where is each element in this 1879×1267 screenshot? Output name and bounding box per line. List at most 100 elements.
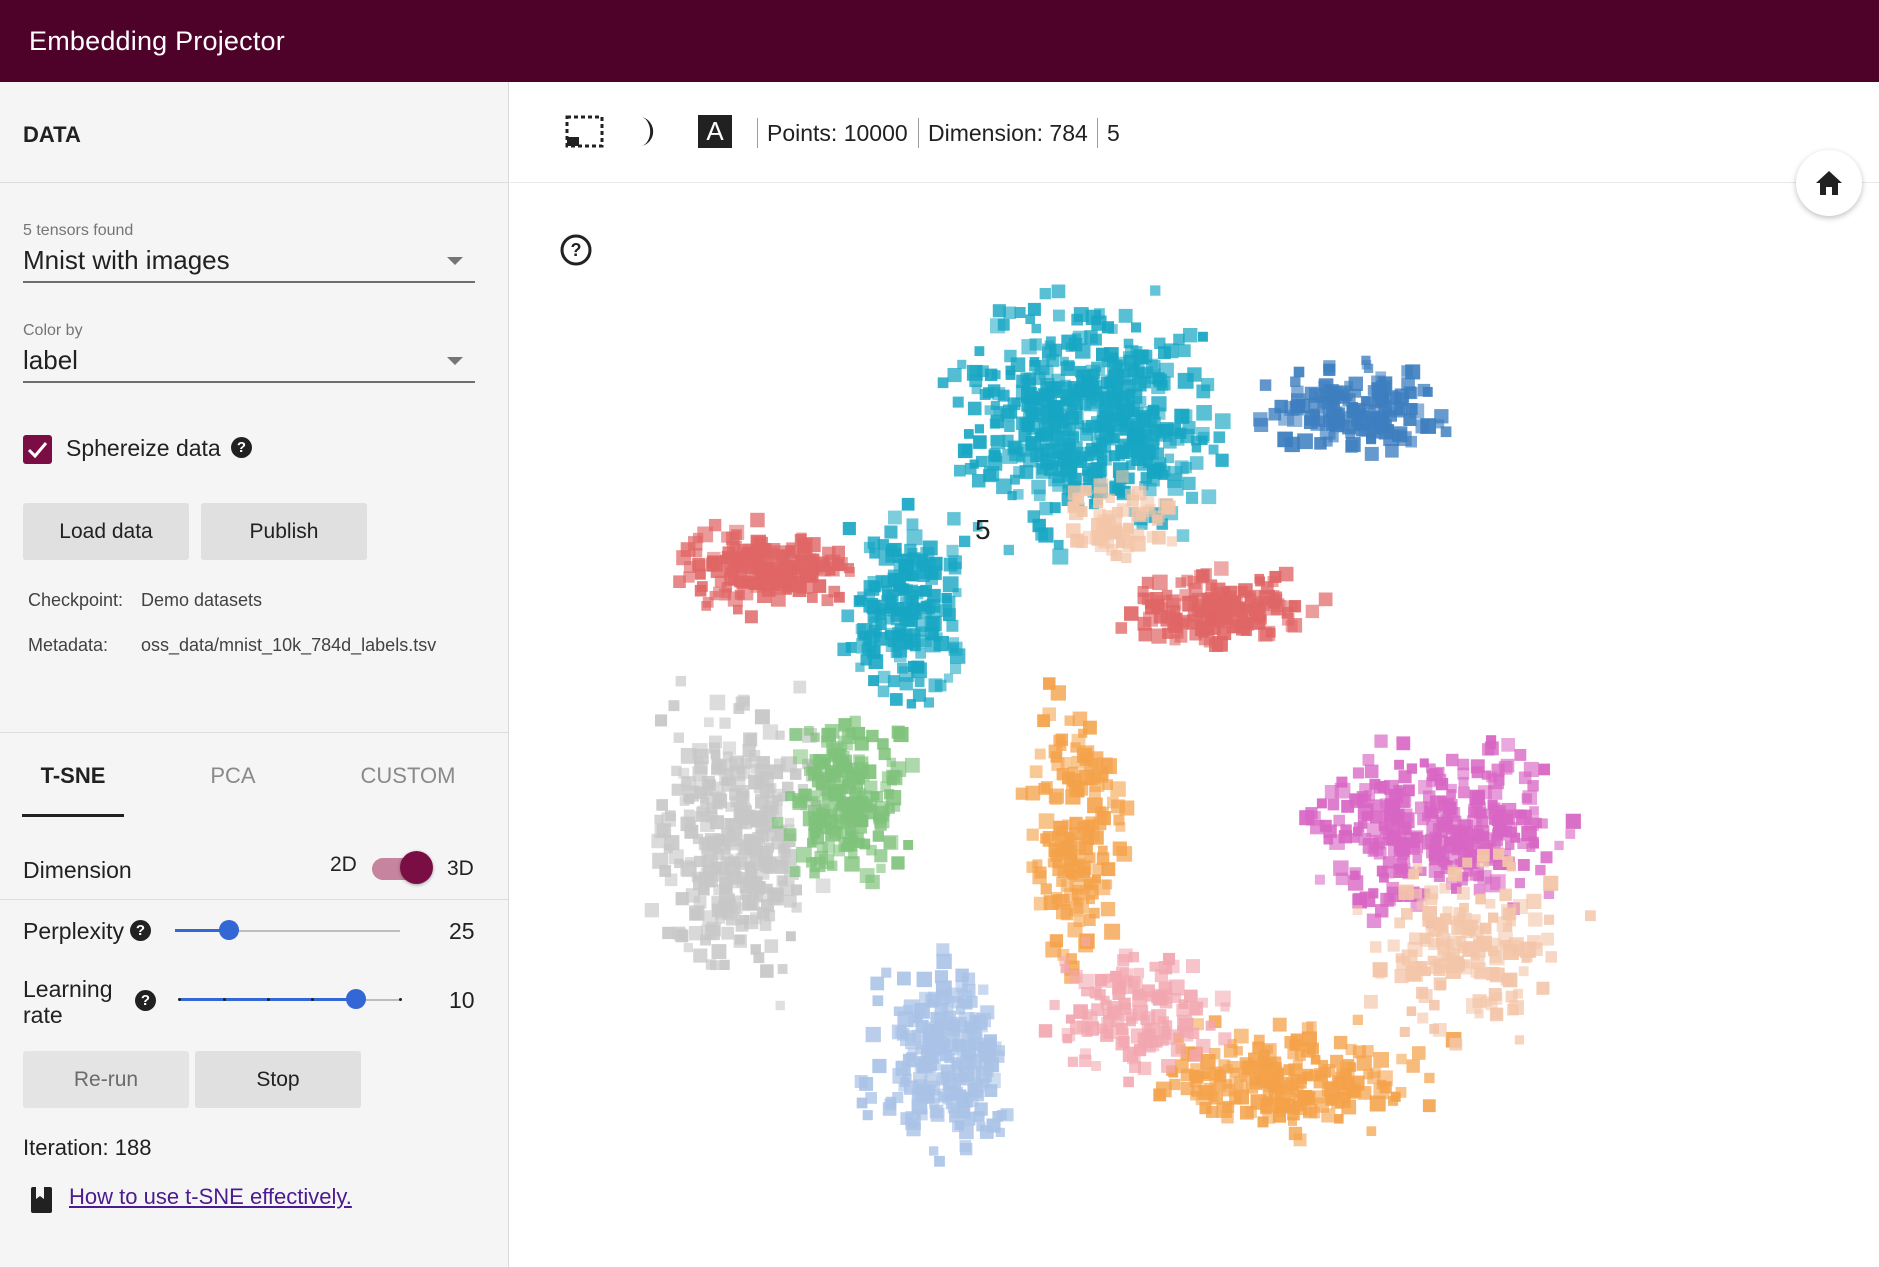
- embedding-point[interactable]: [1345, 1043, 1357, 1055]
- embedding-point[interactable]: [1341, 1077, 1355, 1091]
- embedding-point[interactable]: [1541, 932, 1554, 946]
- embedding-point[interactable]: [1188, 1027, 1200, 1039]
- embedding-point[interactable]: [810, 831, 825, 845]
- embedding-point[interactable]: [1114, 445, 1129, 459]
- embedding-point[interactable]: [783, 828, 797, 842]
- embedding-point[interactable]: [1107, 324, 1118, 334]
- embedding-point[interactable]: [1471, 828, 1484, 841]
- embedding-point[interactable]: [1002, 448, 1018, 464]
- embedding-point[interactable]: [1321, 1080, 1338, 1097]
- embedding-point[interactable]: [742, 543, 757, 558]
- embedding-point[interactable]: [1373, 1052, 1389, 1068]
- embedding-point[interactable]: [1374, 734, 1388, 748]
- embedding-point[interactable]: [897, 662, 908, 674]
- embedding-point[interactable]: [882, 589, 894, 602]
- embedding-point[interactable]: [1081, 420, 1097, 436]
- embedding-point[interactable]: [930, 1011, 942, 1023]
- embedding-point[interactable]: [1565, 813, 1581, 829]
- embedding-point[interactable]: [806, 763, 817, 773]
- embedding-point[interactable]: [1523, 761, 1539, 777]
- embedding-point[interactable]: [1141, 576, 1154, 589]
- embedding-point[interactable]: [964, 1092, 979, 1107]
- embedding-point[interactable]: [796, 532, 807, 543]
- embedding-point[interactable]: [1288, 1126, 1303, 1141]
- embedding-point[interactable]: [982, 387, 995, 399]
- embedding-point[interactable]: [1065, 841, 1078, 854]
- embedding-point[interactable]: [1401, 365, 1413, 377]
- embedding-point[interactable]: [1328, 385, 1343, 400]
- embedding-point[interactable]: [1239, 1057, 1254, 1071]
- embedding-point[interactable]: [1189, 627, 1203, 641]
- embedding-point[interactable]: [951, 1084, 961, 1094]
- embedding-point[interactable]: [1151, 380, 1166, 395]
- embedding-point[interactable]: [785, 931, 796, 942]
- embedding-point[interactable]: [849, 770, 864, 785]
- embedding-point[interactable]: [1066, 523, 1081, 538]
- embedding-point[interactable]: [1268, 407, 1282, 421]
- embedding-point[interactable]: [709, 694, 726, 711]
- embedding-point[interactable]: [867, 645, 881, 659]
- embedding-point[interactable]: [1412, 888, 1422, 899]
- embedding-point[interactable]: [842, 522, 856, 536]
- embedding-point[interactable]: [1493, 848, 1505, 860]
- embedding-point[interactable]: [1402, 784, 1415, 797]
- embedding-point[interactable]: [1116, 368, 1131, 384]
- embedding-point[interactable]: [1140, 366, 1153, 379]
- embedding-point[interactable]: [1349, 793, 1362, 806]
- embedding-point[interactable]: [1091, 874, 1101, 884]
- embedding-point[interactable]: [1275, 1107, 1286, 1118]
- embedding-point[interactable]: [948, 1019, 961, 1031]
- learning-rate-help-icon[interactable]: ?: [135, 990, 156, 1011]
- perplexity-slider-knob[interactable]: [219, 920, 239, 940]
- embedding-point[interactable]: [1074, 383, 1088, 396]
- embedding-point[interactable]: [872, 995, 884, 1007]
- embedding-point[interactable]: [1091, 443, 1102, 454]
- embedding-point[interactable]: [1178, 344, 1191, 357]
- embedding-point[interactable]: [1417, 1012, 1429, 1024]
- embedding-point[interactable]: [1221, 1111, 1234, 1124]
- embedding-point[interactable]: [891, 856, 905, 870]
- embedding-point[interactable]: [1082, 1011, 1098, 1027]
- embedding-point[interactable]: [1446, 753, 1459, 767]
- embedding-point[interactable]: [1458, 786, 1470, 799]
- embedding-point[interactable]: [1514, 749, 1527, 761]
- embedding-point[interactable]: [1187, 367, 1202, 382]
- embedding-point[interactable]: [1374, 781, 1387, 794]
- embedding-point[interactable]: [868, 624, 880, 636]
- embedding-point[interactable]: [1084, 884, 1099, 900]
- embedding-point[interactable]: [869, 580, 881, 593]
- embedding-point[interactable]: [1290, 1084, 1304, 1098]
- embedding-point[interactable]: [668, 700, 680, 712]
- embedding-point[interactable]: [972, 474, 986, 488]
- embedding-point[interactable]: [1205, 1020, 1216, 1031]
- embedding-point[interactable]: [802, 810, 819, 827]
- embedding-point[interactable]: [894, 629, 905, 639]
- embedding-point[interactable]: [1067, 485, 1083, 501]
- embedding-point[interactable]: [1259, 379, 1272, 391]
- embedding-point[interactable]: [1299, 810, 1315, 826]
- embedding-point[interactable]: [1057, 865, 1071, 878]
- embedding-point[interactable]: [1408, 967, 1424, 982]
- embedding-point[interactable]: [917, 1058, 933, 1074]
- embedding-point[interactable]: [1398, 884, 1414, 900]
- embedding-point[interactable]: [1493, 823, 1508, 838]
- embedding-point[interactable]: [1446, 799, 1458, 811]
- embedding-point[interactable]: [1046, 400, 1062, 416]
- embedding-point[interactable]: [911, 586, 922, 597]
- embedding-point[interactable]: [934, 1155, 945, 1167]
- embedding-point[interactable]: [704, 924, 720, 941]
- embedding-point[interactable]: [1067, 1056, 1078, 1067]
- embedding-point[interactable]: [1075, 536, 1088, 549]
- embedding-point[interactable]: [922, 1032, 935, 1044]
- embedding-point[interactable]: [1476, 855, 1490, 868]
- embedding-point[interactable]: [878, 747, 891, 761]
- embedding-point[interactable]: [1068, 500, 1080, 512]
- embedding-point[interactable]: [859, 1076, 874, 1091]
- embedding-point[interactable]: [1253, 412, 1268, 427]
- embedding-point[interactable]: [1054, 451, 1070, 467]
- embedding-point[interactable]: [1169, 1078, 1181, 1091]
- embedding-point[interactable]: [1158, 961, 1173, 975]
- embedding-point[interactable]: [1104, 923, 1121, 940]
- embedding-point[interactable]: [902, 1053, 917, 1068]
- embedding-point[interactable]: [1060, 361, 1076, 376]
